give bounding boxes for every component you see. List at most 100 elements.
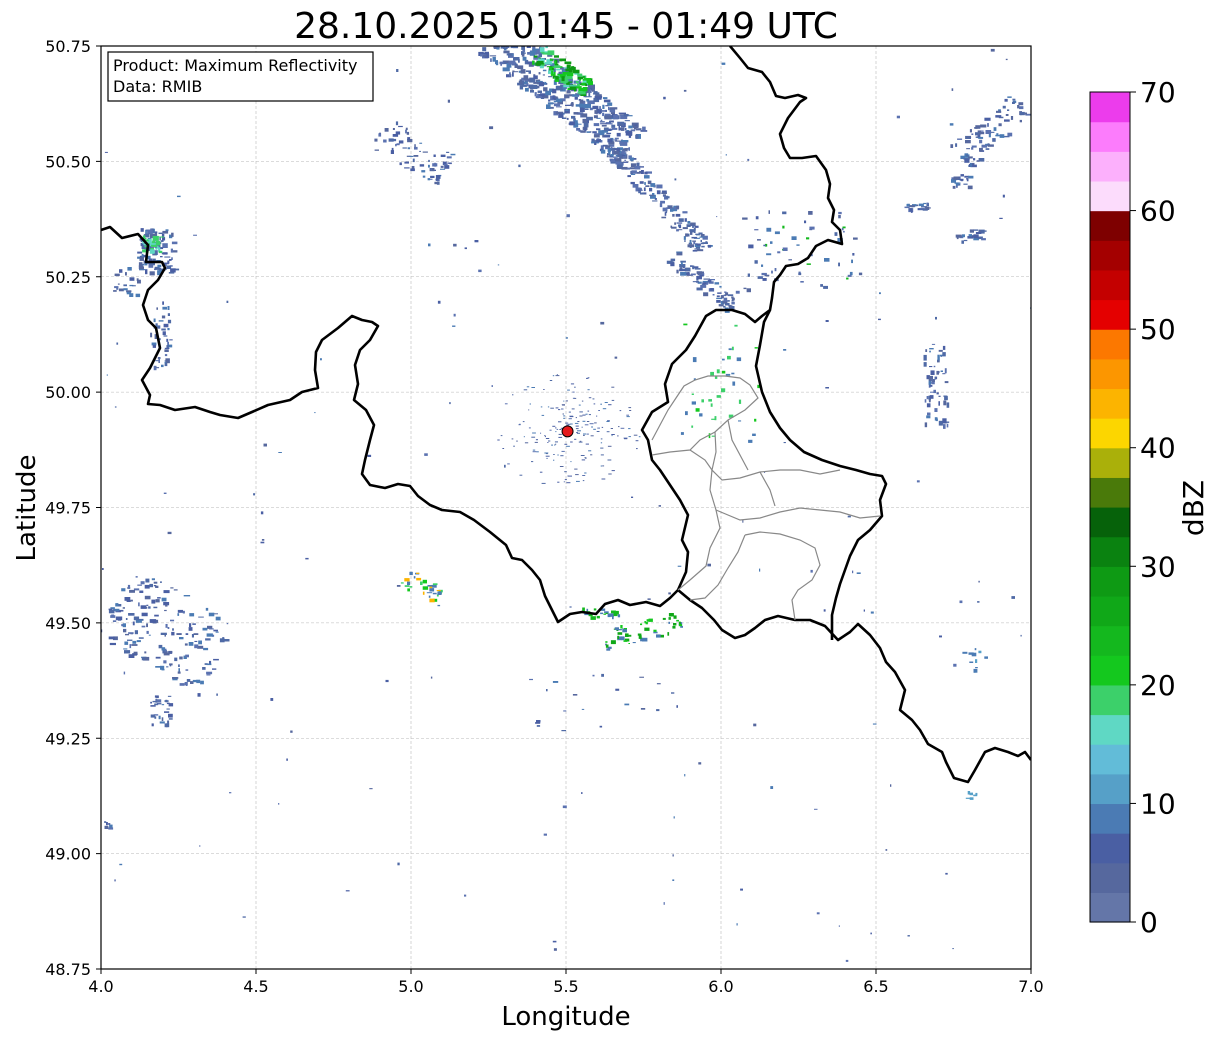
echo-pixel — [969, 797, 974, 800]
echo-pixel — [205, 607, 209, 611]
y-tick-label: 48.75 — [45, 960, 91, 979]
echo-pixel — [584, 472, 587, 474]
echo-pixel — [141, 657, 145, 661]
echo-pixel — [689, 239, 692, 244]
echo-pixel — [145, 578, 150, 583]
echo-pixel — [585, 108, 589, 110]
echo-pixel — [516, 440, 518, 442]
echo-pixel — [932, 379, 935, 382]
echo-pixel — [696, 276, 702, 280]
echo-pixel — [929, 366, 933, 368]
echo-pixel — [916, 480, 920, 483]
echo-pixel — [632, 184, 639, 188]
echo-pixel — [621, 166, 628, 170]
echo-pixel — [762, 278, 767, 281]
echo-pixel — [753, 723, 757, 727]
echo-pixel — [563, 400, 565, 402]
echo-pixel — [729, 304, 732, 309]
echo-pixel — [930, 391, 934, 393]
echo-pixel — [137, 256, 140, 259]
echo-pixel — [518, 424, 521, 426]
echo-pixel — [592, 105, 599, 110]
echo-pixel — [623, 628, 627, 630]
echo-pixel — [576, 480, 580, 482]
echo-pixel — [635, 128, 642, 131]
echo-pixel — [123, 628, 127, 633]
echo-pixel — [576, 432, 578, 433]
echo-pixel — [517, 65, 524, 70]
echo-pixel — [965, 136, 972, 139]
echo-pixel — [161, 328, 166, 331]
echo-pixel — [963, 239, 968, 242]
echo-pixel — [144, 595, 151, 600]
echo-pixel — [788, 259, 792, 261]
echo-pixel — [1020, 111, 1025, 116]
echo-pixel — [633, 434, 638, 436]
echo-pixel — [727, 300, 730, 302]
info-box-product: Product: Maximum Reflectivity — [113, 56, 357, 75]
echo-pixel — [634, 124, 637, 126]
echo-pixel — [600, 119, 603, 122]
echo-pixel — [624, 703, 630, 706]
echo-pixel — [261, 539, 265, 541]
echo-pixel — [565, 337, 568, 339]
echo-pixel — [557, 481, 560, 483]
echo-pixel — [607, 420, 610, 422]
echo-pixel — [783, 442, 786, 444]
echo-pixel — [374, 138, 378, 142]
echo-pixel — [145, 269, 148, 275]
echo-pixel — [659, 203, 663, 208]
echo-pixel — [185, 669, 189, 671]
echo-pixel — [578, 88, 585, 91]
echo-pixel — [606, 648, 611, 651]
echo-pixel — [748, 244, 754, 249]
echo-pixel — [702, 242, 708, 244]
echo-pixel — [450, 153, 456, 156]
echo-pixel — [574, 438, 577, 440]
echo-pixel — [407, 588, 410, 592]
echo-pixel — [553, 948, 557, 951]
echo-pixel — [563, 481, 565, 483]
echo-pixel — [434, 181, 439, 185]
echo-pixel — [164, 609, 167, 612]
echo-pixel — [574, 386, 576, 388]
echo-pixel — [637, 633, 642, 636]
echo-pixel — [226, 300, 229, 303]
echo-pixel — [133, 616, 140, 621]
echo-pixel — [166, 666, 169, 668]
echo-pixel — [926, 403, 931, 408]
echo-pixel — [404, 167, 410, 169]
echo-pixel — [552, 940, 557, 943]
echo-pixel — [625, 633, 629, 637]
echo-pixel — [949, 123, 954, 126]
echo-pixel — [137, 584, 142, 586]
echo-pixel — [960, 174, 964, 177]
echo-pixel — [156, 240, 161, 246]
echo-pixel — [489, 126, 494, 130]
echo-pixel — [938, 349, 943, 352]
echo-pixel — [603, 127, 609, 131]
echo-pixel — [534, 441, 538, 443]
echo-pixel — [963, 183, 968, 185]
echo-pixel — [437, 300, 441, 304]
echo-pixel — [952, 185, 956, 189]
echo-pixel — [652, 193, 655, 195]
echo-pixel — [160, 581, 162, 583]
echo-pixel — [600, 612, 603, 615]
echo-pixel — [592, 398, 595, 400]
echo-pixel — [955, 143, 958, 147]
echo-pixel — [215, 616, 221, 621]
echo-pixel — [159, 236, 165, 238]
echo-pixel — [182, 610, 185, 614]
echo-pixel — [564, 61, 572, 65]
echo-pixel — [672, 854, 674, 857]
echo-pixel — [684, 267, 691, 272]
echo-pixel — [716, 395, 721, 398]
echo-pixel — [673, 816, 675, 819]
echo-pixel — [716, 216, 718, 218]
echo-pixel — [185, 654, 189, 658]
echo-pixel — [183, 595, 191, 597]
echo-pixel — [564, 108, 570, 114]
echo-pixel — [754, 229, 759, 231]
echo-pixel — [907, 935, 910, 937]
